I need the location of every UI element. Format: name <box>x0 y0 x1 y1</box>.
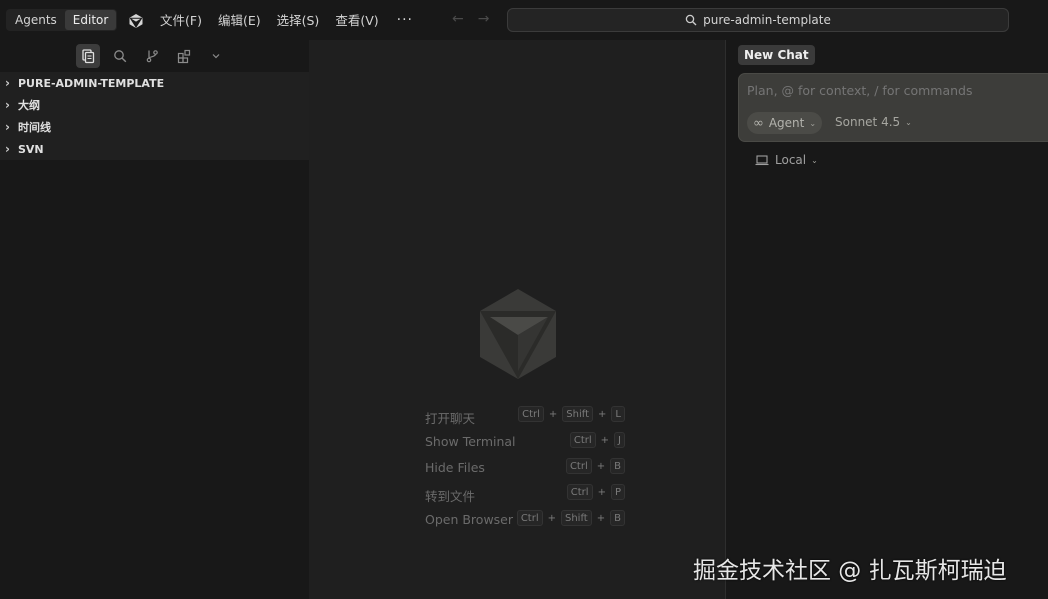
infinity-icon: ∞ <box>753 115 764 131</box>
key-plus: + <box>548 408 558 420</box>
cursor-logo-icon <box>480 289 556 379</box>
shortcut-row[interactable]: 转到文件 Ctrl + P <box>425 483 625 509</box>
cursor-logo-icon[interactable] <box>128 13 144 29</box>
shortcut-keys: Ctrl + Shift + B <box>516 510 625 526</box>
agents-mode-button[interactable]: Agents <box>7 10 65 30</box>
key-cap: Ctrl <box>569 432 596 448</box>
navigation-arrows: ← → <box>452 11 503 27</box>
menu-selection[interactable]: 选择(S) <box>277 10 320 29</box>
tree-section-label: PURE-ADMIN-TEMPLATE <box>18 76 165 90</box>
shortcut-label: 转到文件 <box>425 489 476 504</box>
tree-section-timeline[interactable]: › 时间线 <box>0 116 309 138</box>
key-cap: B <box>610 458 625 474</box>
tree-section-project[interactable]: › PURE-ADMIN-TEMPLATE <box>0 72 309 94</box>
menu-file[interactable]: 文件(F) <box>160 10 202 29</box>
key-cap: Shift <box>561 510 592 526</box>
shortcut-keys: Ctrl + B <box>565 458 625 474</box>
chevron-down-icon: ⌄ <box>811 155 818 165</box>
search-icon[interactable] <box>108 44 132 68</box>
location-select[interactable]: Local ⌄ <box>755 153 818 167</box>
editor-mode-button[interactable]: Editor <box>64 10 117 30</box>
extensions-icon[interactable] <box>172 44 196 68</box>
menu-view[interactable]: 查看(V) <box>335 10 378 29</box>
sidebar: › PURE-ADMIN-TEMPLATE › 大纲 › 时间线 › SVN <box>0 40 309 599</box>
chevron-right-icon: › <box>5 76 10 90</box>
chevron-down-icon[interactable] <box>204 44 228 68</box>
shortcut-list: 打开聊天 Ctrl + Shift + L Show Terminal Ctrl… <box>425 405 625 535</box>
menu-bar: 文件(F) 编辑(E) 选择(S) 查看(V) ··· <box>160 10 413 29</box>
key-plus: + <box>598 408 607 420</box>
activity-bar <box>0 40 309 72</box>
new-chat-tab[interactable]: New Chat <box>738 45 815 65</box>
title-bar: Agents Editor 文件(F) 编辑(E) 选择(S) 查看(V) ··… <box>0 0 1048 40</box>
key-cap: J <box>614 432 625 448</box>
key-cap: P <box>610 484 625 500</box>
chat-composer: ∞ Agent ⌄ Sonnet 4.5 ⌄ <box>738 73 1048 142</box>
key-cap: Ctrl <box>518 406 544 422</box>
tree-section-svn[interactable]: › SVN <box>0 138 309 160</box>
key-plus: + <box>596 460 606 472</box>
tree-section-label: 时间线 <box>18 121 51 134</box>
back-arrow-icon[interactable]: ← <box>452 11 464 27</box>
chat-input[interactable] <box>747 83 1047 98</box>
chat-panel: New Chat ∞ Agent ⌄ Sonnet 4.5 ⌄ Local ⌄ <box>726 40 1048 599</box>
model-select[interactable]: Sonnet 4.5 ⌄ <box>835 115 912 129</box>
command-search-box[interactable]: pure-admin-template <box>507 8 1009 32</box>
shortcut-row[interactable]: Open Browser Ctrl + Shift + B <box>425 509 625 535</box>
chevron-right-icon: › <box>5 98 10 112</box>
source-control-icon[interactable] <box>140 44 164 68</box>
key-plus: + <box>596 512 606 524</box>
key-plus: + <box>547 512 556 524</box>
tree-section-label: 大纲 <box>18 99 40 112</box>
key-plus: + <box>597 486 606 498</box>
chevron-down-icon: ⌄ <box>905 117 912 127</box>
app-window: Agents Editor 文件(F) 编辑(E) 选择(S) 查看(V) ··… <box>0 0 1048 599</box>
agent-mode-label: Agent <box>768 116 805 130</box>
forward-arrow-icon[interactable]: → <box>478 11 490 27</box>
chevron-right-icon: › <box>5 142 10 156</box>
tree-section-label: SVN <box>18 142 44 156</box>
shortcut-row[interactable]: Hide Files Ctrl + B <box>425 457 625 483</box>
explorer-icon[interactable] <box>76 44 100 68</box>
watermark-text: 掘金技术社区 @ 扎瓦斯柯瑞迫 <box>693 558 1007 584</box>
tree-section-outline[interactable]: › 大纲 <box>0 94 309 116</box>
explorer-tree: › PURE-ADMIN-TEMPLATE › 大纲 › 时间线 › SVN <box>0 72 309 160</box>
key-cap: B <box>610 510 625 526</box>
search-icon <box>685 14 697 26</box>
shortcut-keys: Ctrl + P <box>566 484 625 500</box>
chevron-down-icon: ⌄ <box>809 118 817 128</box>
shortcut-keys: Ctrl + Shift + L <box>518 406 625 422</box>
editor-area: 打开聊天 Ctrl + Shift + L Show Terminal Ctrl… <box>309 40 725 599</box>
menu-edit[interactable]: 编辑(E) <box>218 10 261 29</box>
mode-switch: Agents Editor <box>6 9 118 31</box>
shortcut-label: Open Browser <box>425 512 514 527</box>
key-plus: + <box>600 434 610 446</box>
shortcut-label: Hide Files <box>425 460 485 475</box>
shortcut-keys: Ctrl + J <box>569 432 625 448</box>
agent-mode-select[interactable]: ∞ Agent ⌄ <box>747 112 823 134</box>
laptop-icon <box>755 154 769 165</box>
key-cap: Ctrl <box>566 484 593 500</box>
shortcut-row[interactable]: Show Terminal Ctrl + J <box>425 431 625 457</box>
key-cap: Shift <box>562 406 594 422</box>
key-cap: Ctrl <box>565 458 592 474</box>
model-label: Sonnet 4.5 <box>835 115 901 129</box>
key-cap: Ctrl <box>516 510 543 526</box>
shortcut-label: Show Terminal <box>425 434 516 449</box>
search-box-text: pure-admin-template <box>703 13 831 27</box>
shortcut-row[interactable]: 打开聊天 Ctrl + Shift + L <box>425 405 625 431</box>
location-label: Local <box>775 153 807 167</box>
chevron-right-icon: › <box>5 120 10 134</box>
key-cap: L <box>611 406 625 422</box>
more-menu-icon[interactable]: ··· <box>397 12 413 28</box>
shortcut-label: 打开聊天 <box>425 411 476 426</box>
